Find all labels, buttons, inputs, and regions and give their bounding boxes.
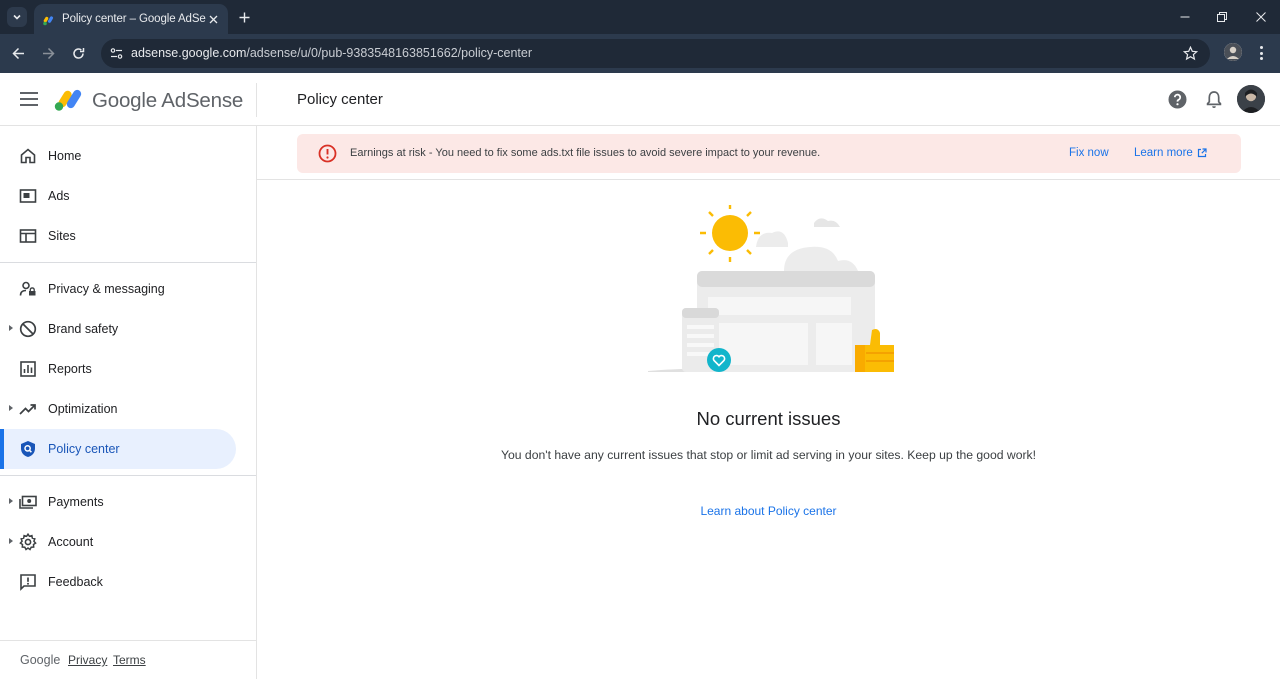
sidebar-item-label: Brand safety xyxy=(48,322,119,336)
app-header: Google AdSense Policy center xyxy=(0,73,1280,126)
help-icon[interactable] xyxy=(1168,90,1187,109)
reload-icon[interactable] xyxy=(69,44,87,62)
ads-icon xyxy=(19,187,37,205)
sidebar-item-payments[interactable]: Payments xyxy=(0,482,236,522)
learn-about-policy-center-link[interactable]: Learn about Policy center xyxy=(257,504,1280,518)
content-divider xyxy=(257,179,1280,180)
fix-now-link[interactable]: Fix now xyxy=(1069,147,1109,159)
brand-name[interactable]: Google AdSense xyxy=(92,89,243,113)
terms-link[interactable]: Terms xyxy=(113,653,146,667)
expand-caret-icon[interactable] xyxy=(9,538,13,544)
sidebar-divider xyxy=(0,475,256,476)
sidebar-item-optimization[interactable]: Optimization xyxy=(0,389,236,429)
sidebar-item-home[interactable]: Home xyxy=(0,136,236,176)
sidebar-item-label: Ads xyxy=(48,189,70,203)
sidebar-item-label: Sites xyxy=(48,229,76,243)
sidebar-item-policy-center[interactable]: Policy center xyxy=(0,429,236,469)
browser-tab-strip: Policy center – Google AdSense xyxy=(0,0,1280,34)
learn-more-label: Learn more xyxy=(1134,147,1193,159)
url-text: adsense.google.com/adsense/u/0/pub-93835… xyxy=(131,46,532,60)
sidebar-nav: Home Ads Sites Privacy & messaging Brand… xyxy=(0,126,257,679)
sidebar-item-feedback[interactable]: Feedback xyxy=(0,562,236,602)
sidebar-item-label: Feedback xyxy=(48,575,103,589)
sidebar-item-label: Payments xyxy=(48,495,104,509)
browser-tab[interactable]: Policy center – Google AdSense xyxy=(34,4,228,34)
sidebar-footer: Google Privacy Terms xyxy=(0,640,256,679)
window-close-icon[interactable] xyxy=(1253,9,1269,25)
sidebar-item-label: Privacy & messaging xyxy=(48,282,165,296)
sidebar-item-account[interactable]: Account xyxy=(0,522,236,562)
feedback-icon xyxy=(19,573,37,591)
sidebar-item-label: Reports xyxy=(48,362,92,376)
privacy-icon xyxy=(19,280,37,298)
chevron-down-icon xyxy=(13,14,21,20)
account-avatar[interactable] xyxy=(1237,85,1265,113)
expand-caret-icon[interactable] xyxy=(9,405,13,411)
home-icon xyxy=(19,147,37,165)
error-icon xyxy=(318,144,337,163)
browser-menu-icon[interactable] xyxy=(1256,44,1266,62)
minimize-icon[interactable] xyxy=(1177,9,1193,25)
browser-profile-avatar[interactable] xyxy=(1224,43,1242,61)
no-issues-illustration xyxy=(644,204,900,380)
empty-state-title: No current issues xyxy=(696,408,841,429)
sidebar-item-privacy-messaging[interactable]: Privacy & messaging xyxy=(0,269,236,309)
site-settings-icon[interactable] xyxy=(109,46,124,61)
notifications-bell-icon[interactable] xyxy=(1205,90,1223,109)
restore-icon[interactable] xyxy=(1214,9,1230,25)
sidebar-item-label: Policy center xyxy=(48,442,120,456)
sites-icon xyxy=(19,227,37,245)
learn-more-link[interactable]: Learn more xyxy=(1134,147,1207,159)
sidebar-divider xyxy=(0,262,256,263)
sidebar-item-reports[interactable]: Reports xyxy=(0,349,236,389)
sidebar-item-brand-safety[interactable]: Brand safety xyxy=(0,309,236,349)
block-icon xyxy=(19,320,37,338)
forward-arrow-icon[interactable] xyxy=(39,44,57,62)
privacy-link[interactable]: Privacy xyxy=(68,653,107,667)
address-bar[interactable]: adsense.google.com/adsense/u/0/pub-93835… xyxy=(101,39,1210,68)
adsense-favicon-icon xyxy=(42,12,56,26)
trending-up-icon xyxy=(19,400,37,418)
sidebar-item-ads[interactable]: Ads xyxy=(0,176,236,216)
payments-icon xyxy=(19,493,37,511)
shield-search-icon xyxy=(19,440,37,458)
open-in-new-icon xyxy=(1197,148,1207,158)
expand-caret-icon[interactable] xyxy=(9,498,13,504)
sidebar-item-label: Account xyxy=(48,535,94,549)
sun xyxy=(700,204,760,262)
bar-chart-icon xyxy=(19,360,37,378)
google-footer-text: Google xyxy=(20,653,61,667)
tab-close-icon[interactable] xyxy=(206,12,220,26)
expand-caret-icon[interactable] xyxy=(9,325,13,331)
header-divider xyxy=(256,83,257,117)
gear-icon xyxy=(19,532,37,551)
tab-title: Policy center – Google AdSense xyxy=(62,13,206,25)
back-arrow-icon[interactable] xyxy=(9,44,27,62)
sidebar-item-sites[interactable]: Sites xyxy=(0,216,236,256)
empty-state-description: You don't have any current issues that s… xyxy=(500,448,1037,462)
alert-message: Earnings at risk - You need to fix some … xyxy=(350,147,821,159)
new-tab-plus-icon[interactable] xyxy=(236,9,252,25)
hamburger-menu-icon[interactable] xyxy=(19,90,39,108)
tab-search-button[interactable] xyxy=(7,7,27,27)
sidebar-item-label: Home xyxy=(48,149,82,163)
bookmark-star-icon[interactable] xyxy=(1182,45,1199,61)
earnings-at-risk-alert: Earnings at risk - You need to fix some … xyxy=(297,134,1241,173)
page-title: Policy center xyxy=(297,91,383,108)
browser-toolbar: adsense.google.com/adsense/u/0/pub-93835… xyxy=(0,34,1280,73)
adsense-logo-icon[interactable] xyxy=(54,86,84,111)
sidebar-item-label: Optimization xyxy=(48,402,118,416)
